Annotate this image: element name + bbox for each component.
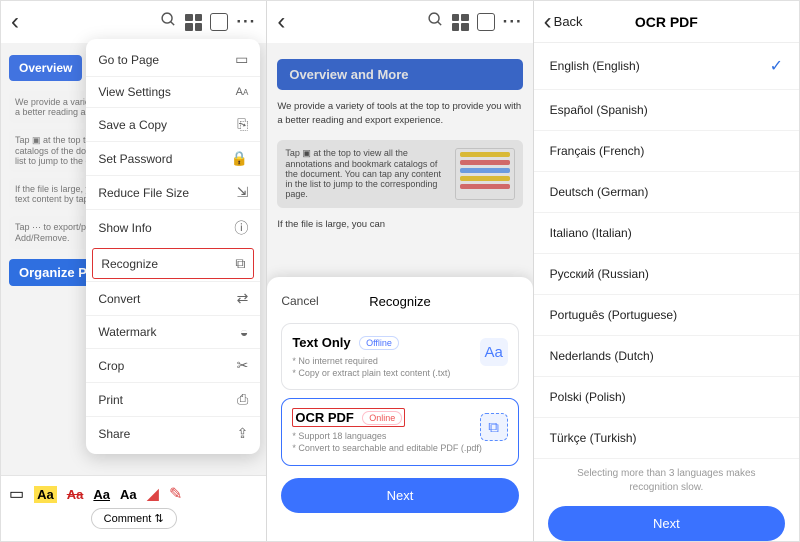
- strikethrough-tool[interactable]: Aa: [67, 487, 84, 502]
- hint-text: Selecting more than 3 languages makes re…: [534, 459, 799, 502]
- language-option[interactable]: Polski (Polish): [534, 377, 799, 418]
- underline-tool[interactable]: Aa: [93, 487, 110, 502]
- language-option[interactable]: English (English)✓: [534, 43, 799, 90]
- language-option[interactable]: Español (Spanish): [534, 90, 799, 131]
- recognize-sheet: Cancel Recognize Text Only Offline * No …: [267, 277, 532, 541]
- save-icon: ⎘: [237, 116, 248, 133]
- info-icon: ⓘ: [234, 218, 248, 238]
- language-option[interactable]: Türkçe (Turkish): [534, 418, 799, 459]
- compress-icon: ⇲: [237, 184, 249, 201]
- chevron-left-icon: [544, 8, 552, 36]
- menu-print[interactable]: Print⎙: [86, 382, 260, 416]
- online-badge: Online: [362, 411, 402, 425]
- select-rect-icon[interactable]: ▭: [9, 484, 24, 504]
- language-option[interactable]: Italiano (Italian): [534, 213, 799, 254]
- ocr-icon: ⧉: [235, 255, 245, 272]
- language-option[interactable]: Português (Portuguese): [534, 295, 799, 336]
- more-icon[interactable]: [236, 12, 256, 32]
- watermark-icon: ◒: [240, 324, 248, 340]
- crop-icon: ✂: [237, 357, 249, 374]
- squiggly-tool[interactable]: Aa: [120, 487, 137, 502]
- more-icon[interactable]: [503, 12, 523, 32]
- menu-watermark[interactable]: Watermark◒: [86, 315, 260, 348]
- text-size-icon: AA: [236, 86, 249, 98]
- doc-card: Tap ▣ at the top to view all the annotat…: [277, 140, 522, 208]
- doc-text: We provide a variety of tools at the top…: [277, 100, 522, 128]
- scan-icon: ⧉: [480, 413, 508, 441]
- language-option[interactable]: Français (French): [534, 131, 799, 172]
- page-thumbnail: [455, 148, 515, 200]
- page-view-icon[interactable]: [210, 13, 228, 31]
- thumbnails-icon[interactable]: [185, 14, 202, 31]
- menu-reduce-size[interactable]: Reduce File Size⇲: [86, 175, 260, 209]
- share-icon: ⇪: [237, 425, 249, 442]
- language-option[interactable]: Deutsch (German): [534, 172, 799, 213]
- annotation-toolbar: ▭ Aa Aa Aa Aa ◢ ✎ Comment ⇅: [1, 475, 266, 541]
- pen-icon[interactable]: ✎: [169, 484, 182, 504]
- menu-set-password[interactable]: Set Password🔒: [86, 141, 260, 175]
- back-icon[interactable]: [11, 8, 19, 36]
- eraser-icon[interactable]: ◢: [147, 484, 159, 504]
- menu-show-info[interactable]: Show Infoⓘ: [86, 209, 260, 246]
- page-icon: ▭: [235, 51, 248, 68]
- option-text-only[interactable]: Text Only Offline * No internet required…: [281, 323, 518, 390]
- more-menu: Go to Page▭ View SettingsAA Save a Copy⎘…: [86, 39, 260, 454]
- sheet-title: Recognize: [369, 294, 430, 309]
- next-button[interactable]: Next: [548, 506, 785, 541]
- language-option[interactable]: Русский (Russian): [534, 254, 799, 295]
- doc-text: If the file is large, you can: [277, 218, 522, 232]
- check-icon: ✓: [770, 56, 783, 76]
- convert-icon: ⇄: [237, 290, 249, 307]
- overview-tab: Overview: [9, 55, 82, 81]
- search-icon[interactable]: [160, 11, 177, 33]
- text-icon: Aa: [480, 338, 508, 366]
- page-view-icon[interactable]: [477, 13, 495, 31]
- offline-badge: Offline: [359, 336, 399, 350]
- menu-go-to-page[interactable]: Go to Page▭: [86, 43, 260, 76]
- back-button[interactable]: Back: [544, 8, 583, 36]
- menu-convert[interactable]: Convert⇄: [86, 281, 260, 315]
- menu-crop[interactable]: Crop✂: [86, 348, 260, 382]
- search-icon[interactable]: [427, 11, 444, 33]
- print-icon: ⎙: [237, 391, 248, 408]
- option-ocr-pdf[interactable]: OCR PDF Online * Support 18 languages* C…: [281, 398, 518, 465]
- menu-view-settings[interactable]: View SettingsAA: [86, 76, 260, 107]
- page-title: OCR PDF: [635, 14, 698, 30]
- comment-button[interactable]: Comment ⇅: [91, 508, 177, 529]
- language-list: English (English)✓Español (Spanish)Franç…: [534, 43, 799, 459]
- cancel-button[interactable]: Cancel: [281, 294, 318, 308]
- language-option[interactable]: Nederlands (Dutch): [534, 336, 799, 377]
- menu-save-copy[interactable]: Save a Copy⎘: [86, 107, 260, 141]
- doc-heading: Overview and More: [277, 59, 522, 90]
- next-button[interactable]: Next: [281, 478, 518, 513]
- menu-recognize[interactable]: Recognize⧉: [92, 248, 254, 279]
- thumbnails-icon[interactable]: [452, 14, 469, 31]
- highlight-tool[interactable]: Aa: [34, 486, 57, 503]
- lock-icon: 🔒: [231, 150, 248, 167]
- menu-share[interactable]: Share⇪: [86, 416, 260, 450]
- back-icon[interactable]: [277, 8, 285, 36]
